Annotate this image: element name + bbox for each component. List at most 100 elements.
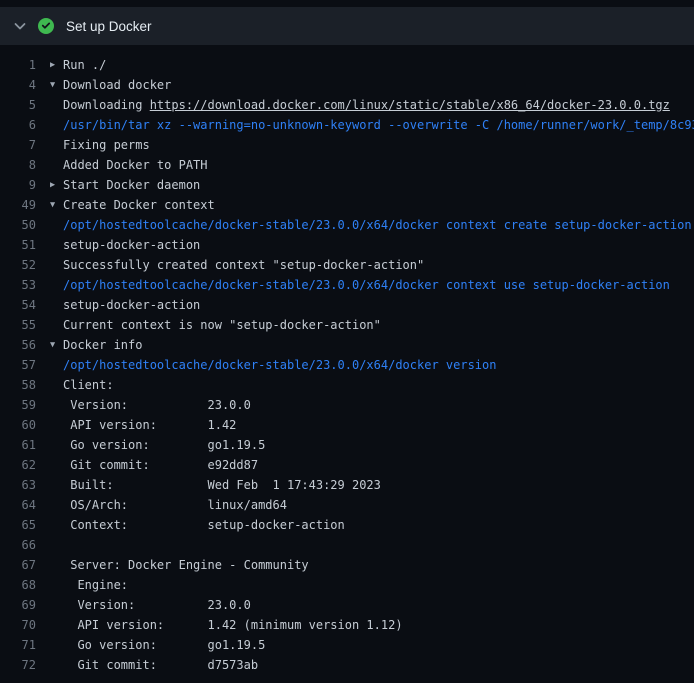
group-expanded-icon[interactable]: ▼ [50,335,63,355]
log-text: Added Docker to PATH [63,155,208,175]
gutter-spacer [50,255,63,275]
line-number[interactable]: 58 [0,375,36,395]
line-number[interactable]: 7 [0,135,36,155]
log-line: 7Fixing perms [0,135,694,155]
log-text: Context: setup-docker-action [63,515,345,535]
gutter-spacer [50,635,63,655]
line-number[interactable]: 59 [0,395,36,415]
log-line: 49 ▼Create Docker context [0,195,694,215]
log-line: 52 Successfully created context "setup-do… [0,255,694,275]
command-text: /opt/hostedtoolcache/docker-stable/23.0.… [63,275,670,295]
log-text: Version: 23.0.0 [63,595,251,615]
gutter-spacer [50,315,63,335]
log-line: 60 API version: 1.42 [0,415,694,435]
line-number[interactable]: 68 [0,575,36,595]
actions-log-viewer: Set up Docker 1▶Run ./4▼Download docker5… [0,0,694,683]
log-text: Downloading https://download.docker.com/… [63,95,670,115]
group-title[interactable]: Docker info [63,335,142,355]
group-title[interactable]: Run ./ [63,55,106,75]
line-number[interactable]: 55 [0,315,36,335]
gutter-spacer [50,435,63,455]
gutter-spacer [50,615,63,635]
step-header[interactable]: Set up Docker [0,7,694,45]
command-text: /opt/hostedtoolcache/docker-stable/23.0.… [63,215,692,235]
line-number[interactable]: 51 [0,235,36,255]
log-text: OS/Arch: linux/amd64 [63,495,287,515]
log-line: 50/opt/hostedtoolcache/docker-stable/23.… [0,215,694,235]
line-number[interactable]: 60 [0,415,36,435]
group-title[interactable]: Create Docker context [63,195,215,215]
log-line: 8 Added Docker to PATH [0,155,694,175]
gutter-spacer [50,495,63,515]
line-number[interactable]: 4 [0,75,36,95]
group-collapsed-icon[interactable]: ▶ [50,175,63,195]
log-text: Current context is now "setup-docker-act… [63,315,381,335]
line-number[interactable]: 56 [0,335,36,355]
line-number[interactable]: 8 [0,155,36,175]
log-line: 69 Version: 23.0.0 [0,595,694,615]
log-line: 6/usr/bin/tar xz --warning=no-unknown-ke… [0,115,694,135]
command-text: /opt/hostedtoolcache/docker-stable/23.0.… [63,355,496,375]
log-line: 51setup-docker-action [0,235,694,255]
log-line: 57/opt/hostedtoolcache/docker-stable/23.… [0,355,694,375]
line-number[interactable]: 67 [0,555,36,575]
line-number[interactable]: 53 [0,275,36,295]
gutter-spacer [50,375,63,395]
group-expanded-icon[interactable]: ▼ [50,195,63,215]
log-text: Successfully created context "setup-dock… [63,255,424,275]
line-number[interactable]: 63 [0,475,36,495]
gutter-spacer [50,475,63,495]
log-link[interactable]: https://download.docker.com/linux/static… [150,98,670,112]
gutter-spacer [50,155,63,175]
group-title[interactable]: Download docker [63,75,171,95]
line-number[interactable]: 49 [0,195,36,215]
line-number[interactable]: 54 [0,295,36,315]
gutter-spacer [50,415,63,435]
line-number[interactable]: 1 [0,55,36,75]
group-title[interactable]: Start Docker daemon [63,175,200,195]
gutter-spacer [50,95,63,115]
line-number[interactable]: 62 [0,455,36,475]
gutter-spacer [50,455,63,475]
log-line: 55 Current context is now "setup-docker-a… [0,315,694,335]
log-text: API version: 1.42 (minimum version 1.12) [63,615,403,635]
gutter-spacer [50,275,63,295]
log-text: Client: [63,375,114,395]
group-collapsed-icon[interactable]: ▶ [50,55,63,75]
log-line: 1 ▶Run ./ [0,55,694,75]
group-expanded-icon[interactable]: ▼ [50,75,63,95]
line-number[interactable]: 64 [0,495,36,515]
log-line: 5 Downloading https://download.docker.com… [0,95,694,115]
gutter-spacer [50,135,63,155]
log-line: 72 Git commit: d7573ab [0,655,694,675]
line-number[interactable]: 72 [0,655,36,675]
gutter-spacer [50,515,63,535]
log-container[interactable]: 1▶Run ./4▼Download docker5Downloading ht… [0,45,694,675]
log-text: Git commit: e92dd87 [63,455,258,475]
command-text: /usr/bin/tar xz --warning=no-unknown-key… [63,115,694,135]
line-number[interactable]: 50 [0,215,36,235]
log-line: 56 ▼Docker info [0,335,694,355]
line-number[interactable]: 69 [0,595,36,615]
log-text: Git commit: d7573ab [63,655,258,675]
log-line: 53/opt/hostedtoolcache/docker-stable/23.… [0,275,694,295]
line-number[interactable]: 52 [0,255,36,275]
line-number[interactable]: 9 [0,175,36,195]
line-number[interactable]: 57 [0,355,36,375]
line-number[interactable]: 5 [0,95,36,115]
line-number[interactable]: 6 [0,115,36,135]
line-number[interactable]: 61 [0,435,36,455]
log-text: Engine: [63,575,128,595]
log-line: 58 Client: [0,375,694,395]
line-number[interactable]: 70 [0,615,36,635]
log-line: 59 Version: 23.0.0 [0,395,694,415]
line-number[interactable]: 71 [0,635,36,655]
log-line: 62 Git commit: e92dd87 [0,455,694,475]
gutter-spacer [50,595,63,615]
line-number[interactable]: 66 [0,535,36,555]
line-number[interactable]: 65 [0,515,36,535]
log-text: Version: 23.0.0 [63,395,251,415]
gutter-spacer [50,535,63,555]
gutter-spacer [50,655,63,675]
chevron-down-icon[interactable] [12,18,28,34]
